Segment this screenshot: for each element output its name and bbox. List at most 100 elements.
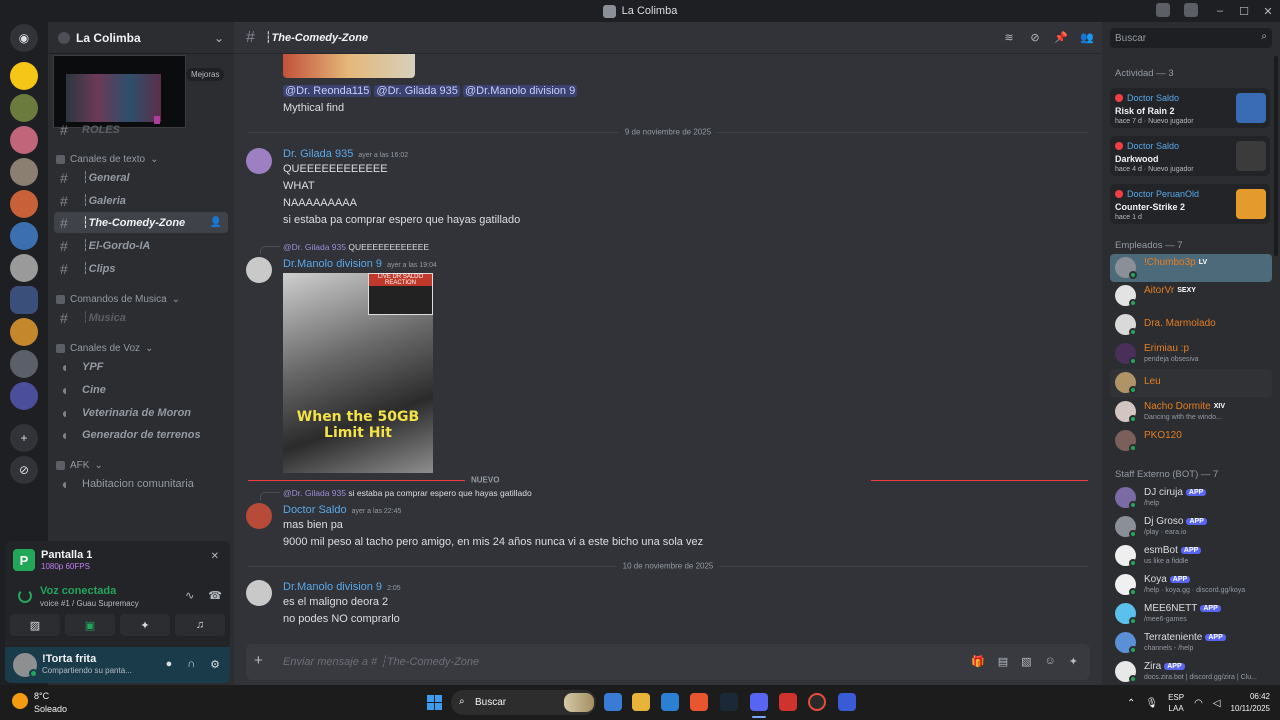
noise-suppression-icon[interactable]: ∿ bbox=[185, 589, 194, 602]
search-input[interactable] bbox=[1115, 28, 1245, 48]
avatar[interactable] bbox=[246, 580, 272, 606]
inbox-icon[interactable] bbox=[1156, 3, 1170, 17]
notification-bell-icon[interactable]: ⊘ bbox=[1028, 31, 1042, 45]
member-item[interactable]: AitorVr SEXY bbox=[1110, 282, 1272, 310]
server-icon-1[interactable] bbox=[10, 62, 38, 90]
signal-icon[interactable] bbox=[18, 589, 32, 603]
clock[interactable]: 06:42 10/11/2025 bbox=[1231, 691, 1270, 715]
member-item[interactable]: MEE6NETT APP /mee6-games bbox=[1110, 600, 1272, 628]
discover-icon[interactable]: ⊘ bbox=[10, 456, 38, 484]
channel-musica[interactable]: # ┆Musica bbox=[54, 307, 228, 328]
add-server-icon[interactable]: + bbox=[10, 424, 38, 452]
category-text-channels[interactable]: Canales de texto ⌄ bbox=[56, 154, 158, 165]
voice-channel-generador[interactable]: ◖ Generador de terrenos bbox=[54, 424, 228, 445]
boost-label[interactable]: Mejoras bbox=[186, 68, 225, 81]
channel-roles[interactable]: # ROLES bbox=[54, 119, 228, 140]
member-item[interactable]: Terrateniente APP channels - /help bbox=[1110, 629, 1272, 657]
reply-preview[interactable]: @Dr. Gilada 935 QUEEEEEEEEEEEE bbox=[283, 242, 429, 252]
file-explorer-icon[interactable] bbox=[632, 693, 650, 711]
emoji-icon[interactable]: ☺ bbox=[1045, 655, 1056, 668]
member-list-icon[interactable]: 👥 bbox=[1080, 31, 1094, 45]
message-author[interactable]: Doctor Saldo ayer a las 22:45 bbox=[283, 504, 401, 516]
server-icon-3[interactable] bbox=[10, 126, 38, 154]
member-item[interactable]: Nacho Dormite XIV Dancing with the windo.… bbox=[1110, 398, 1272, 426]
member-item[interactable]: esmBot APP us like a fiddle bbox=[1110, 542, 1272, 570]
voice-channel-habitacion[interactable]: ◖ Habitacion comunitaria bbox=[54, 473, 228, 494]
brave-browser-icon[interactable] bbox=[690, 693, 708, 711]
activity-card[interactable]: Doctor PeruanOld Counter-Strike 2 hace 1… bbox=[1110, 184, 1270, 224]
start-button[interactable] bbox=[427, 695, 442, 710]
attach-plus-icon[interactable]: + bbox=[254, 652, 263, 669]
apps-icon[interactable]: ✦ bbox=[1069, 655, 1078, 668]
add-member-icon[interactable]: 👤 bbox=[210, 217, 222, 228]
gif-icon[interactable]: ▤ bbox=[998, 655, 1008, 668]
voice-channel-veterinaria[interactable]: ◖ Veterinaria de Moron bbox=[54, 402, 228, 423]
avatar[interactable] bbox=[246, 148, 272, 174]
remote-desktop-icon[interactable] bbox=[838, 693, 856, 711]
store-icon[interactable] bbox=[661, 693, 679, 711]
mention[interactable]: @Dr. Reonda115 bbox=[283, 85, 372, 97]
member-item[interactable]: PKO120 bbox=[1110, 427, 1272, 455]
server-icon-6[interactable] bbox=[10, 222, 38, 250]
mention[interactable]: @Dr. Gilada 935 bbox=[374, 85, 460, 97]
meme-image[interactable]: LIVE DR SALDO REACTION When the 50GB Lim… bbox=[283, 273, 433, 473]
server-icon-7[interactable] bbox=[10, 254, 38, 282]
guild-header[interactable]: La Colimba ⌄ bbox=[48, 22, 234, 54]
avatar[interactable] bbox=[246, 257, 272, 283]
close-button[interactable]: ✕ bbox=[1256, 5, 1280, 18]
message-author[interactable]: Dr.Manolo division 9 2:05 bbox=[283, 581, 401, 593]
member-item[interactable]: DJ ciruja APP /help bbox=[1110, 484, 1272, 512]
headphones-icon[interactable]: ∩ bbox=[187, 658, 195, 671]
screen-share-button[interactable]: ▣ bbox=[65, 614, 115, 636]
member-item[interactable]: Koya APP /help · koya.gg · discord.gg/koy… bbox=[1110, 571, 1272, 599]
language-indicator[interactable]: ESP LAA bbox=[1168, 692, 1184, 714]
chevron-up-icon[interactable]: ⌃ bbox=[1127, 698, 1135, 709]
search-box[interactable]: ⌕ bbox=[1110, 28, 1272, 48]
channel-general[interactable]: # ┆General bbox=[54, 167, 228, 188]
member-item[interactable]: Erimiau :p pendeja obsesiva bbox=[1110, 340, 1272, 368]
discord-home-icon[interactable]: ◉ bbox=[10, 24, 38, 52]
disconnect-icon[interactable]: ☎ bbox=[208, 589, 222, 602]
attached-image[interactable] bbox=[283, 54, 415, 78]
member-item[interactable]: Leu bbox=[1110, 369, 1272, 397]
maximize-button[interactable]: ☐ bbox=[1232, 5, 1256, 18]
message-author[interactable]: Dr. Gilada 935 ayer a las 16:02 bbox=[283, 148, 408, 160]
server-icon-la-colimba[interactable] bbox=[10, 286, 38, 314]
mention[interactable]: @Dr.Manolo division 9 bbox=[462, 85, 578, 97]
app-circle-icon[interactable] bbox=[808, 693, 826, 711]
camera-off-button[interactable]: ▨ bbox=[10, 614, 60, 636]
scrollbar[interactable] bbox=[1274, 56, 1278, 256]
activities-button[interactable]: ✦ bbox=[120, 614, 170, 636]
voice-channel-ypf[interactable]: ◖ YPF bbox=[54, 356, 228, 377]
search-icon[interactable]: ⌕ bbox=[1261, 31, 1267, 42]
message-input[interactable] bbox=[283, 644, 923, 680]
settings-gear-icon[interactable]: ⚙ bbox=[210, 658, 220, 671]
voice-location[interactable]: voice #1 / Guau Supremacy bbox=[40, 599, 139, 608]
steam-icon[interactable] bbox=[720, 693, 738, 711]
voice-status[interactable]: Voz conectada bbox=[40, 585, 116, 597]
server-icon-9[interactable] bbox=[10, 318, 38, 346]
taskbar-search[interactable]: ⌕ Buscar bbox=[451, 690, 596, 715]
member-item[interactable]: Dra. Marmolado bbox=[1110, 311, 1272, 339]
microphone-icon[interactable]: 🎙 bbox=[1145, 698, 1158, 709]
microphone-icon[interactable]: ● bbox=[166, 658, 173, 671]
gift-icon[interactable]: 🎁 bbox=[971, 655, 985, 668]
activity-card[interactable]: Doctor Saldo Risk of Rain 2 hace 7 d · N… bbox=[1110, 88, 1270, 128]
volume-icon[interactable]: ◁ bbox=[1213, 698, 1221, 709]
channel-clips[interactable]: # ┆Clips bbox=[54, 258, 228, 279]
app-red-icon[interactable] bbox=[779, 693, 797, 711]
voice-channel-cine[interactable]: ◖ Cine bbox=[54, 379, 228, 400]
stream-preview-thumbnail[interactable] bbox=[53, 55, 186, 128]
pin-icon[interactable]: 📌 bbox=[1054, 31, 1068, 45]
chevron-down-icon[interactable]: ⌄ bbox=[214, 31, 224, 45]
member-item[interactable]: Zira APP docs.zira.bot | discord.gg/zira … bbox=[1110, 658, 1272, 685]
server-icon-11[interactable] bbox=[10, 382, 38, 410]
activity-card[interactable]: Doctor Saldo Darkwood hace 4 d · Nuevo j… bbox=[1110, 136, 1270, 176]
reply-preview[interactable]: @Dr. Gilada 935 si estaba pa comprar esp… bbox=[283, 488, 532, 498]
member-item[interactable]: !Chumbo3p LV bbox=[1110, 254, 1272, 282]
avatar[interactable] bbox=[246, 503, 272, 529]
wifi-icon[interactable]: ◠ bbox=[1194, 698, 1203, 709]
server-icon-2[interactable] bbox=[10, 94, 38, 122]
taskview-icon[interactable] bbox=[604, 693, 622, 711]
user-card[interactable]: !Torta frita Compartiendo su panta... ● … bbox=[5, 647, 230, 683]
